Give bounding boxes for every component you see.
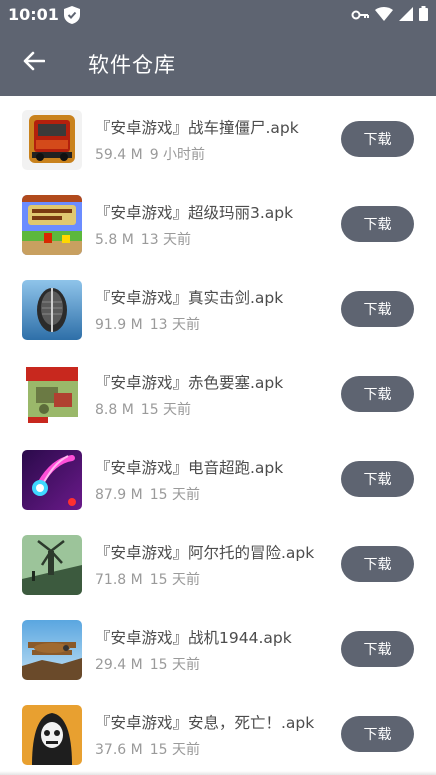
status-bar: 10:01 xyxy=(0,0,436,30)
cell-signal-icon xyxy=(399,6,413,25)
list-item: 『安卓游戏』真实击剑.apk 91.9 M 13 天前 下载 xyxy=(0,266,436,351)
app-bar: 软件仓库 xyxy=(0,30,436,96)
fencing-game-icon xyxy=(22,280,82,340)
item-meta: 8.8 M 15 天前 xyxy=(95,399,191,419)
vpn-key-icon xyxy=(351,6,369,25)
list-item: 『安卓游戏』电音超跑.apk 87.9 M 15 天前 下载 xyxy=(0,436,436,521)
item-size: 71.8 M xyxy=(95,572,143,588)
item-size: 5.8 M xyxy=(95,232,134,248)
item-age: 13 天前 xyxy=(149,317,200,333)
item-age: 9 小时前 xyxy=(149,147,206,163)
item-size: 37.6 M xyxy=(95,742,143,758)
item-name: 『安卓游戏』电音超跑.apk xyxy=(95,459,284,477)
item-meta: 87.9 M 15 天前 xyxy=(95,484,200,504)
zombie-truck-game-icon xyxy=(22,110,82,170)
item-age: 15 天前 xyxy=(140,402,192,418)
list-item: 『安卓游戏』战机1944.apk 29.4 M 15 天前 下载 xyxy=(0,606,436,691)
red-fortress-game-icon xyxy=(22,365,82,425)
list-item: 『安卓游戏』超级玛丽3.apk 5.8 M 13 天前 下载 xyxy=(0,181,436,266)
item-name: 『安卓游戏』安息，死亡！.apk xyxy=(95,714,315,732)
list-item: 『安卓游戏』战车撞僵尸.apk 59.4 M 9 小时前 下载 xyxy=(0,96,436,181)
status-icons xyxy=(351,5,428,25)
super-mario-game-icon xyxy=(22,195,82,255)
download-button[interactable]: 下载 xyxy=(341,121,414,157)
item-size: 29.4 M xyxy=(95,657,143,673)
download-button[interactable]: 下载 xyxy=(341,716,414,752)
item-size: 91.9 M xyxy=(95,317,143,333)
download-button[interactable]: 下载 xyxy=(341,206,414,242)
battery-icon xyxy=(419,5,428,25)
item-name: 『安卓游戏』赤色要塞.apk xyxy=(95,374,284,392)
download-button[interactable]: 下载 xyxy=(341,461,414,497)
list-item: 『安卓游戏』赤色要塞.apk 8.8 M 15 天前 下载 xyxy=(0,351,436,436)
download-button[interactable]: 下载 xyxy=(341,546,414,582)
page-title: 软件仓库 xyxy=(88,53,176,77)
item-age: 15 天前 xyxy=(149,487,200,503)
shield-icon xyxy=(64,6,80,24)
item-age: 15 天前 xyxy=(149,572,200,588)
reaper-game-icon xyxy=(22,705,82,765)
item-name: 『安卓游戏』战机1944.apk xyxy=(95,629,292,647)
status-time: 10:01 xyxy=(8,5,59,24)
warplane-1944-game-icon xyxy=(22,620,82,680)
item-size: 87.9 M xyxy=(95,487,143,503)
item-meta: 59.4 M 9 小时前 xyxy=(95,144,205,164)
item-meta: 71.8 M 15 天前 xyxy=(95,569,200,589)
item-size: 59.4 M xyxy=(95,147,143,163)
item-size: 8.8 M xyxy=(95,402,134,418)
item-name: 『安卓游戏』战车撞僵尸.apk xyxy=(95,119,299,137)
item-name: 『安卓游戏』真实击剑.apk xyxy=(95,289,284,307)
list-item: 『安卓游戏』阿尔托的冒险.apk 71.8 M 15 天前 下载 xyxy=(0,521,436,606)
arrow-left-icon xyxy=(23,51,46,75)
item-meta: 29.4 M 15 天前 xyxy=(95,654,200,674)
wifi-icon xyxy=(375,6,393,25)
app-list: 『安卓游戏』战车撞僵尸.apk 59.4 M 9 小时前 下载 『安卓游戏』超级玛… xyxy=(0,96,436,775)
item-meta: 37.6 M 15 天前 xyxy=(95,739,200,759)
bottom-edge xyxy=(0,771,436,775)
item-name: 『安卓游戏』阿尔托的冒险.apk xyxy=(95,544,315,562)
list-item: 『安卓游戏』安息，死亡！.apk 37.6 M 15 天前 下载 xyxy=(0,691,436,775)
download-button[interactable]: 下载 xyxy=(341,631,414,667)
item-name: 『安卓游戏』超级玛丽3.apk xyxy=(95,204,294,222)
item-age: 13 天前 xyxy=(140,232,192,248)
item-age: 15 天前 xyxy=(149,657,200,673)
download-button[interactable]: 下载 xyxy=(341,376,414,412)
download-button[interactable]: 下载 xyxy=(341,291,414,327)
item-age: 15 天前 xyxy=(149,742,200,758)
item-meta: 91.9 M 13 天前 xyxy=(95,314,200,334)
item-meta: 5.8 M 13 天前 xyxy=(95,229,191,249)
alto-adventure-game-icon xyxy=(22,535,82,595)
back-button[interactable] xyxy=(14,45,54,81)
electro-racer-game-icon xyxy=(22,450,82,510)
